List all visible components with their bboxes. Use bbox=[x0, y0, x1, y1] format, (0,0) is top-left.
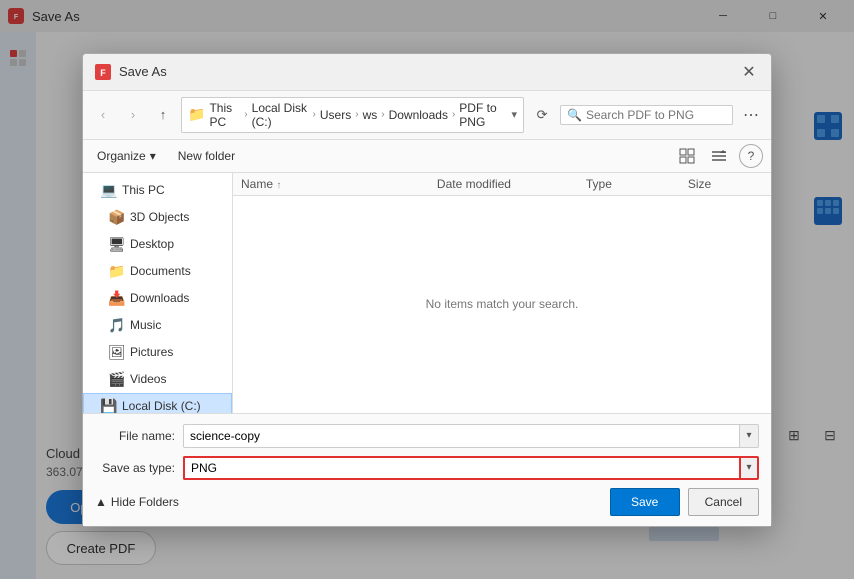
search-icon: 🔍 bbox=[567, 108, 582, 122]
3d-objects-label: 3D Objects bbox=[130, 210, 189, 224]
grid-view-icon bbox=[679, 148, 695, 164]
col-name-header[interactable]: Name ↑ bbox=[241, 177, 429, 191]
filename-label: File name: bbox=[95, 429, 175, 443]
cancel-button[interactable]: Cancel bbox=[688, 488, 759, 516]
search-box: 🔍 bbox=[560, 105, 733, 125]
hide-folders-button[interactable]: ▲ Hide Folders bbox=[95, 495, 179, 509]
back-button[interactable]: ‹ bbox=[91, 103, 115, 127]
address-path[interactable]: 📁 This PC › Local Disk (C:) › Users › ws… bbox=[181, 97, 524, 133]
path-ws: ws bbox=[363, 108, 378, 122]
dialog-close-button[interactable]: ✕ bbox=[739, 62, 759, 82]
save-button[interactable]: Save bbox=[610, 488, 680, 516]
dialog-title-text: Save As bbox=[119, 64, 167, 79]
dialog-title-icon: F bbox=[95, 64, 111, 80]
modal-overlay: F Save As ✕ ‹ › ↑ 📁 This PC › Local Disk… bbox=[0, 0, 854, 579]
music-label: Music bbox=[130, 318, 161, 332]
sidebar-item-3d-objects[interactable]: 📦 3D Objects bbox=[83, 204, 232, 231]
sidebar-item-videos[interactable]: 🎬 Videos bbox=[83, 366, 232, 393]
videos-label: Videos bbox=[130, 372, 166, 386]
documents-label: Documents bbox=[130, 264, 191, 278]
filetype-row: Save as type: PNG JPEG BMP TIFF ▾ bbox=[95, 456, 759, 480]
col-size-header[interactable]: Size bbox=[688, 177, 763, 191]
sidebar-item-documents[interactable]: 📁 Documents bbox=[83, 258, 232, 285]
this-pc-icon: 💻 bbox=[100, 182, 116, 199]
folder-icon-path: 📁 bbox=[188, 106, 205, 123]
filename-input-wrapper: ▾ bbox=[183, 424, 759, 448]
sidebar-item-desktop[interactable]: 🖥 Desktop bbox=[83, 231, 232, 258]
hide-folders-label: Hide Folders bbox=[111, 495, 179, 509]
sidebar-item-pictures[interactable]: 🖼 Pictures bbox=[83, 339, 232, 366]
documents-icon: 📁 bbox=[108, 263, 124, 280]
filename-dropdown-button[interactable]: ▾ bbox=[739, 424, 759, 448]
sidebar-item-music[interactable]: 🎵 Music bbox=[83, 312, 232, 339]
new-folder-button[interactable]: New folder bbox=[170, 146, 243, 166]
filetype-select[interactable]: PNG JPEG BMP TIFF bbox=[183, 456, 739, 480]
no-items-message: No items match your search. bbox=[233, 196, 771, 413]
dialog-sidebar: 💻 This PC 📦 3D Objects 🖥 Desktop 📁 Docum… bbox=[83, 173, 233, 413]
more-options-button[interactable]: ⋯ bbox=[739, 103, 763, 127]
grid-view-button[interactable] bbox=[675, 144, 699, 168]
sidebar-item-local-c[interactable]: 💾 Local Disk (C:) bbox=[83, 393, 232, 413]
filetype-select-wrapper: PNG JPEG BMP TIFF ▾ bbox=[183, 456, 759, 480]
file-list-header: Name ↑ Date modified Type Size bbox=[233, 173, 771, 196]
path-users: Users bbox=[320, 108, 351, 122]
dialog-body: 💻 This PC 📦 3D Objects 🖥 Desktop 📁 Docum… bbox=[83, 173, 771, 413]
3d-objects-icon: 📦 bbox=[108, 209, 124, 226]
pictures-icon: 🖼 bbox=[108, 344, 124, 361]
desktop-icon: 🖥 bbox=[108, 236, 124, 253]
downloads-label: Downloads bbox=[130, 291, 189, 305]
path-downloads: Downloads bbox=[389, 108, 448, 122]
col-type-header[interactable]: Type bbox=[586, 177, 680, 191]
path-dropdown-button[interactable]: ▾ bbox=[512, 108, 518, 121]
videos-icon: 🎬 bbox=[108, 371, 124, 388]
organize-chevron-icon: ▾ bbox=[150, 149, 156, 163]
hide-folders-arrow-icon: ▲ bbox=[95, 495, 107, 509]
file-list: Name ↑ Date modified Type Size No items … bbox=[233, 173, 771, 413]
sort-arrow-icon: ↑ bbox=[276, 180, 281, 191]
pictures-label: Pictures bbox=[130, 345, 173, 359]
dialog-actions: Save Cancel bbox=[610, 488, 759, 516]
local-c-icon: 💾 bbox=[100, 398, 116, 413]
path-local-c: Local Disk (C:) bbox=[252, 101, 309, 129]
path-pdf-to-png: PDF to PNG bbox=[459, 101, 507, 129]
sort-icon bbox=[711, 148, 727, 164]
up-button[interactable]: ↑ bbox=[151, 103, 175, 127]
dialog-footer: File name: ▾ Save as type: PNG JPEG BMP … bbox=[83, 413, 771, 526]
organize-button[interactable]: Organize ▾ bbox=[91, 146, 162, 166]
svg-text:F: F bbox=[100, 68, 106, 78]
desktop-label: Desktop bbox=[130, 237, 174, 251]
help-button[interactable]: ? bbox=[739, 144, 763, 168]
sort-button[interactable] bbox=[707, 144, 731, 168]
filename-row: File name: ▾ bbox=[95, 424, 759, 448]
col-date-header[interactable]: Date modified bbox=[437, 177, 578, 191]
filetype-dropdown-button[interactable]: ▾ bbox=[739, 456, 759, 480]
filetype-label: Save as type: bbox=[95, 461, 175, 475]
path-this-pc: This PC bbox=[209, 101, 240, 129]
sidebar-item-downloads[interactable]: 📥 Downloads bbox=[83, 285, 232, 312]
dialog-titlebar: F Save As ✕ bbox=[83, 54, 771, 91]
address-bar: ‹ › ↑ 📁 This PC › Local Disk (C:) › User… bbox=[83, 91, 771, 140]
action-row: ▲ Hide Folders Save Cancel bbox=[95, 488, 759, 516]
local-c-label: Local Disk (C:) bbox=[122, 399, 201, 413]
refresh-button[interactable]: ⟳ bbox=[530, 103, 554, 127]
filename-input[interactable] bbox=[183, 424, 739, 448]
save-as-dialog: F Save As ✕ ‹ › ↑ 📁 This PC › Local Disk… bbox=[82, 53, 772, 527]
toolbar: Organize ▾ New folder bbox=[83, 140, 771, 173]
sidebar-item-this-pc[interactable]: 💻 This PC bbox=[83, 177, 232, 204]
this-pc-label: This PC bbox=[122, 183, 165, 197]
organize-label: Organize bbox=[97, 149, 146, 163]
music-icon: 🎵 bbox=[108, 317, 124, 334]
downloads-icon: 📥 bbox=[108, 290, 124, 307]
forward-button[interactable]: › bbox=[121, 103, 145, 127]
search-input[interactable] bbox=[586, 108, 726, 122]
